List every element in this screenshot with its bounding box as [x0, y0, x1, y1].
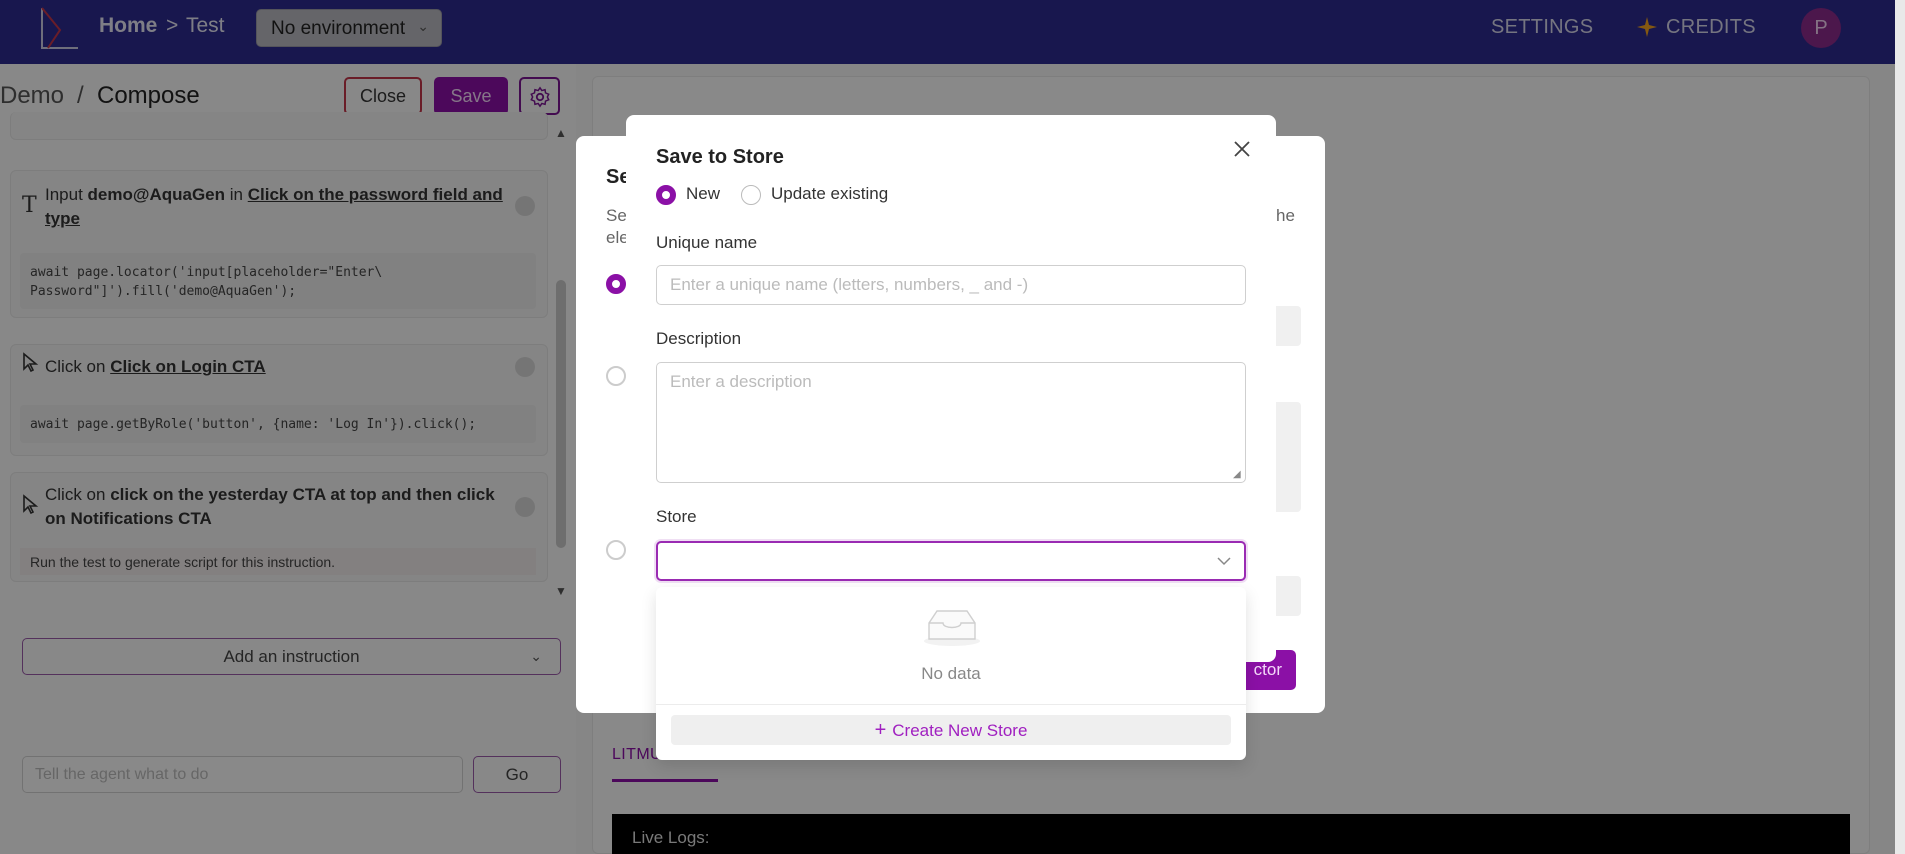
chevron-down-icon — [1217, 557, 1231, 566]
plus-icon: + — [874, 719, 887, 741]
unique-name-label: Unique name — [656, 233, 758, 252]
close-icon[interactable] — [1230, 137, 1254, 161]
selector-radio-3[interactable] — [606, 540, 626, 560]
create-new-store-button[interactable]: + Create New Store — [671, 715, 1231, 745]
selector-modal-description: Se — [606, 206, 627, 225]
radio-new-label[interactable]: New — [686, 184, 720, 204]
selector-radio-2[interactable] — [606, 366, 626, 386]
radio-new[interactable] — [656, 185, 676, 205]
empty-inbox-icon — [924, 610, 980, 646]
empty-state-text: No data — [921, 664, 981, 683]
resize-handle-icon[interactable]: ◢ — [1233, 469, 1241, 480]
modal-title: Save to Store — [656, 146, 784, 168]
selector-radio-1[interactable] — [606, 274, 626, 294]
radio-update-existing[interactable] — [741, 185, 761, 205]
radio-update-existing-label[interactable]: Update existing — [771, 184, 888, 204]
page-scrollbar[interactable] — [1895, 0, 1905, 854]
store-label: Store — [656, 507, 697, 526]
save-to-store-modal: Save to Store New Update existing Unique… — [626, 115, 1276, 662]
unique-name-input[interactable]: Enter a unique name (letters, numbers, _… — [656, 265, 1246, 305]
description-textarea[interactable]: Enter a description — [656, 362, 1246, 483]
create-new-store-label: Create New Store — [892, 721, 1028, 740]
store-dropdown: No data + Create New Store — [656, 587, 1246, 760]
store-select[interactable] — [656, 541, 1246, 581]
divider — [656, 704, 1246, 705]
description-label: Description — [656, 329, 742, 348]
selector-modal-description-end: he — [1276, 206, 1295, 225]
